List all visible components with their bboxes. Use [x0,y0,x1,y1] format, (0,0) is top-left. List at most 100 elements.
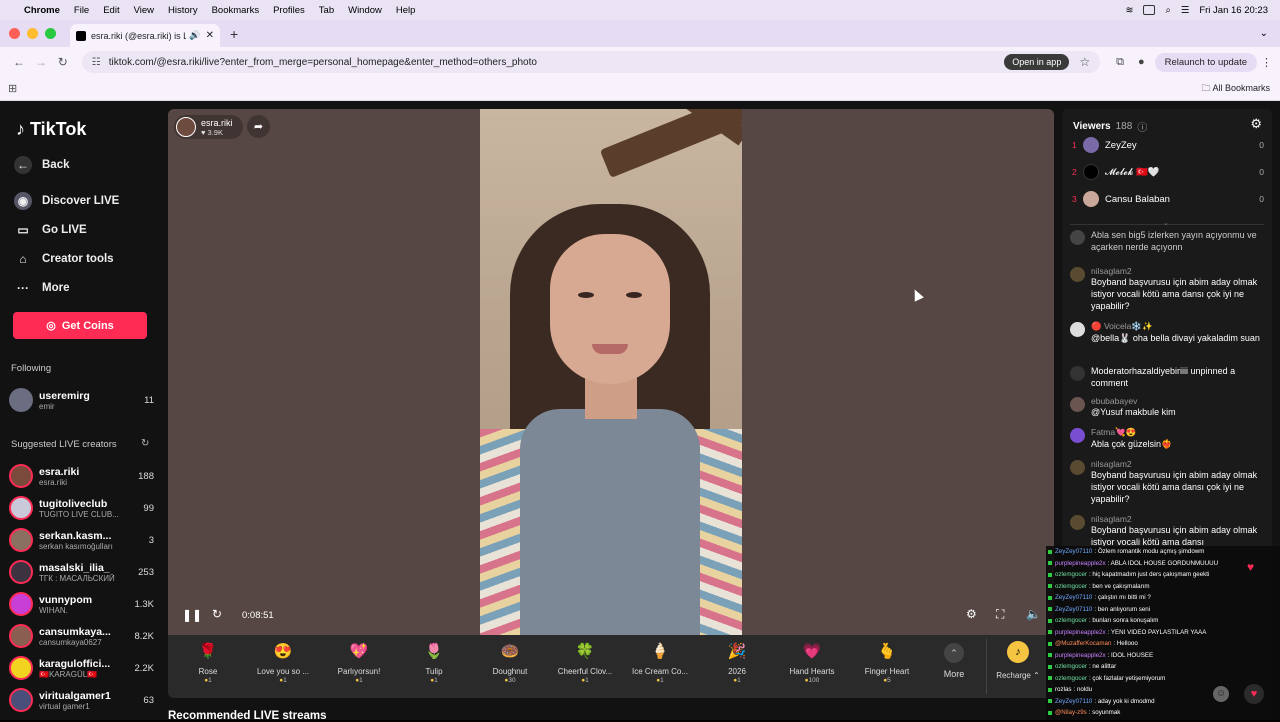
menu-file[interactable]: File [74,5,89,16]
overlay-user: ZeyZey07110 [1055,594,1093,602]
fullscreen-icon[interactable]: ⛶ [996,607,1004,622]
tab-search-icon[interactable]: ⌄ [1260,28,1268,39]
wifi-icon[interactable]: ≋ [1126,5,1134,16]
pause-icon[interactable]: ❚❚ [182,608,202,622]
viewer-row[interactable]: 2 𝓜𝓮𝓵𝓮𝓴 🇹🇷🤍 0 [1072,162,1264,182]
gift-price-value: 100 [808,677,820,684]
close-window-icon[interactable] [9,28,20,39]
all-bookmarks-link[interactable]: 🗀 All Bookmarks [1201,81,1270,97]
suggested-creator[interactable]: serkan.kasm... serkan kasımoğulları 3 [9,525,154,555]
host-badge[interactable]: esra.riki ♥ 3.9K [174,115,243,139]
menu-profiles[interactable]: Profiles [273,5,305,16]
settings-icon[interactable]: ⚙ [966,607,977,621]
live-video[interactable] [480,109,742,635]
minimize-window-icon[interactable] [27,28,38,39]
chat-message[interactable]: Moderatorhazaldiyebiriiii unpinned a com… [1070,365,1266,389]
emoji-icon[interactable]: ☺ [1213,686,1229,702]
creator-tools-link[interactable]: ⌂ Creator tools [14,250,113,268]
clock[interactable]: Fri Jan 16 20:23 [1199,5,1268,16]
gift-item[interactable]: 😍 Love you so ... ●1 [247,641,319,684]
close-tab-icon[interactable]: ✕ [206,30,214,41]
refresh-stream-icon[interactable]: ↻ [212,607,222,621]
gift-item[interactable]: 🍦 Ice Cream Co... ●1 [624,641,696,684]
suggested-creator[interactable]: tugitoliveclub TUGITO LIVE CLUB... 99 [9,493,154,523]
site-info-icon[interactable]: ☷ [92,57,101,68]
like-heart-button[interactable]: ♥ [1244,684,1264,704]
extensions-icon[interactable]: ⧉ [1116,56,1124,69]
doughnut-icon: 🍩 [500,643,520,660]
chat-message[interactable]: nilsaglam2 Boyband başvurusu için abim a… [1070,459,1266,505]
bookmark-star-icon[interactable]: ☆ [1079,55,1090,69]
recharge-button[interactable]: ♪ Recharge ⌃ [982,641,1054,680]
forward-nav-icon[interactable]: → [30,55,52,69]
back-nav-icon[interactable]: ← [8,55,30,69]
streamer-face [550,234,670,384]
control-center-icon[interactable]: ☰ [1181,5,1190,16]
refresh-icon[interactable]: ↻ [141,438,149,449]
suggested-creator[interactable]: karaguloffici... 🇹🇷KARAGÜL🇹🇷 2.2K [9,653,154,683]
chat-message[interactable]: Abla sen big5 izlerken yayın açıyonmu ve… [1070,229,1266,253]
suggested-creator[interactable]: cansumkaya... cansumkaya0627 8.2K [9,621,154,651]
gift-item[interactable]: 💖 Parlıyorsun! ●1 [323,641,395,684]
gift-item[interactable]: 🌹 Rose ●1 [172,641,244,684]
avatar [1070,267,1085,282]
menu-tab[interactable]: Tab [319,5,334,16]
profile-avatar-icon[interactable]: ● [1138,56,1145,68]
apps-grid-icon[interactable]: ⊞ [8,82,17,95]
viewer-row[interactable]: 3 Cansu Balaban 0 [1072,189,1264,209]
chat-message[interactable]: ebubabayev @Yusuf makbule kim [1070,396,1266,418]
creator-names: esra.riki esra.riki [39,466,134,487]
menu-app[interactable]: Chrome [24,5,60,16]
gift-item[interactable]: 🫰 Finger Heart ●5 [851,641,923,684]
new-tab-icon[interactable]: + [230,26,238,42]
relaunch-button[interactable]: Relaunch to update [1154,52,1258,72]
menu-window[interactable]: Window [348,5,382,16]
suggested-creator[interactable]: viritualgamer1 virtual gamer1 63 [9,685,154,715]
gift-item[interactable]: 🍀 Cheerful Clov... ●1 [549,641,621,684]
menu-edit[interactable]: Edit [103,5,119,16]
menu-history[interactable]: History [168,5,198,16]
menu-help[interactable]: Help [396,5,416,16]
volume-icon[interactable]: 🔈 [1026,607,1041,621]
tiktok-logo[interactable]: ♪ TikTok [16,119,86,140]
audio-icon[interactable]: 🔊 [189,30,200,41]
chat-message[interactable]: Fatma💘😍 Abla çok güzelsin❤️‍🔥 [1070,427,1266,450]
omnibox[interactable]: ☷ tiktok.com/@esra.riki/live?enter_from_… [81,51,1101,73]
battery-icon[interactable] [1143,5,1156,15]
back-link[interactable]: ← Back [14,156,70,174]
gift-item[interactable]: 🌷 Tulip ●1 [398,641,470,684]
chat-message[interactable]: nilsaglam2 Boyband başvurusu için abim a… [1070,514,1266,548]
go-live-link[interactable]: ▭ Go LIVE [14,221,86,239]
discover-live-link[interactable]: ◉ Discover LIVE [14,192,119,210]
gear-icon[interactable]: ⚙ [1250,116,1262,132]
live-player[interactable]: esra.riki ♥ 3.9K ➦ ❚❚ ↻ 0:08:51 ⚙ ⛶ 🔈 [168,109,1054,635]
menu-view[interactable]: View [134,5,154,16]
gift-item[interactable]: 🍩 Doughnut ●30 [474,641,546,684]
info-icon[interactable]: ⓘ [1137,119,1147,134]
reload-icon[interactable]: ↻ [52,55,74,69]
chevron-up-icon: ⌃ [944,643,964,663]
share-icon[interactable]: ➦ [247,115,270,138]
following-item[interactable]: useremirg emir 11 [9,385,154,415]
zoom-window-icon[interactable] [45,28,56,39]
gift-item[interactable]: 🎉 2026 ●1 [701,641,773,684]
gifts-more-button[interactable]: ⌃ More [918,641,990,679]
url-text[interactable]: tiktok.com/@esra.riki/live?enter_from_me… [109,57,1005,68]
suggested-creator[interactable]: masalski_ilia_ ТГК : МАСАЛЬСКИЙ 253 [9,557,154,587]
search-icon[interactable]: ⌕ [1165,5,1170,16]
suggested-creator[interactable]: esra.riki esra.riki 188 [9,461,154,491]
creator-names: karaguloffici... 🇹🇷KARAGÜL🇹🇷 [39,658,130,679]
browser-tab[interactable]: esra.riki (@esra.riki) is LIVE 🔊 ✕ [70,24,220,47]
open-in-app-button[interactable]: Open in app [1004,54,1070,70]
chat-message[interactable]: nilsaglam2 Boyband başvurusu için abim a… [1070,266,1266,312]
chrome-menu-icon[interactable]: ⋮ [1261,56,1272,69]
more-link[interactable]: ··· More [14,279,69,297]
viewer-row[interactable]: 1 ZeyZey 0 [1072,135,1264,155]
menu-bookmarks[interactable]: Bookmarks [212,5,260,16]
gift-item[interactable]: 💗 Hand Hearts ●100 [776,641,848,684]
chevron-down-icon[interactable]: ⌄ [1163,219,1169,227]
suggested-creator[interactable]: vunnypom WIHAN. 1.3K [9,589,154,619]
host-likes: ♥ 3.9K [201,127,223,137]
chat-message[interactable]: 🔴 Voicela❄️✨ @bella🐰 oha bella divayi ya… [1070,321,1266,344]
get-coins-button[interactable]: ◎ Get Coins [13,312,147,339]
